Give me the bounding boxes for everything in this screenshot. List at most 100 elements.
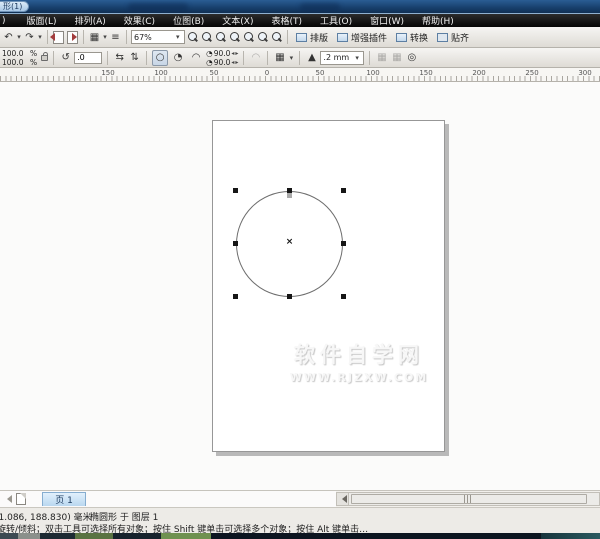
selection-handle-se[interactable] xyxy=(341,294,346,299)
scrollbar-thumb[interactable] xyxy=(351,494,587,504)
layout-icon xyxy=(296,33,307,42)
zoom-to-all-icon[interactable] xyxy=(242,30,255,45)
layout-button[interactable]: 排版 xyxy=(292,29,332,45)
zoom-tool-icon[interactable] xyxy=(186,30,199,45)
add-page-icon[interactable] xyxy=(16,493,26,505)
convert-to-curves-icon[interactable]: ◎ xyxy=(405,50,418,65)
zoom-in-icon[interactable] xyxy=(200,30,213,45)
pie-mode-button[interactable]: ◔ xyxy=(170,50,186,66)
menu-item-window[interactable]: 窗口(W) xyxy=(361,14,413,27)
mirror-horizontal-icon[interactable]: ⇆ xyxy=(113,50,126,65)
application-launcher-icon[interactable]: ▦ xyxy=(88,30,101,45)
to-front-icon[interactable]: ▦ xyxy=(375,50,388,65)
import-icon[interactable] xyxy=(52,30,65,45)
arc-end-icon: ◔ xyxy=(206,58,213,67)
arc-mode-button[interactable]: ◠ xyxy=(188,50,204,66)
rotate-icon: ↺ xyxy=(59,50,72,65)
menu-item-bitmaps[interactable]: 位图(B) xyxy=(164,14,213,27)
watermark-url: WWW.RJZXW.COM xyxy=(275,371,443,384)
welcome-screen-icon[interactable]: ≡ xyxy=(109,30,122,45)
zoom-to-page-icon[interactable] xyxy=(256,30,269,45)
wrap-dropdown-icon[interactable]: ▾ xyxy=(288,50,294,65)
page-tab-1[interactable]: 页 1 xyxy=(42,492,86,506)
scroll-left-button[interactable] xyxy=(337,493,349,505)
menu-item-text[interactable]: 文本(X) xyxy=(213,14,262,27)
titlebar-smudge xyxy=(300,3,340,11)
redo-dropdown-icon[interactable]: ▾ xyxy=(37,30,43,45)
redo-icon[interactable]: ↷ xyxy=(23,30,36,45)
toolbar-separator xyxy=(53,51,54,65)
layout-label: 排版 xyxy=(310,31,328,44)
wrap-text-icon[interactable]: ▦ xyxy=(273,50,286,65)
mirror-vertical-icon[interactable]: ⇅ xyxy=(128,50,141,65)
ruler-label: 150 xyxy=(419,69,432,77)
scroll-left-icon xyxy=(338,495,347,503)
selection-handle-w[interactable] xyxy=(233,241,238,246)
scale-y-field[interactable] xyxy=(2,58,28,66)
undo-icon[interactable]: ↶ xyxy=(2,30,15,45)
arc-end-inc-icon[interactable]: ▸ xyxy=(235,59,238,66)
toolbar-separator xyxy=(243,51,244,65)
page: 软件自学网 WWW.RJZXW.COM xyxy=(212,120,445,452)
menu-item-arrange[interactable]: 排列(A) xyxy=(66,14,115,27)
selection-handle-ne[interactable] xyxy=(341,188,346,193)
snap-to-label: 贴齐 xyxy=(451,31,469,44)
page-nav-back-icon[interactable] xyxy=(3,495,12,503)
import-doc-icon xyxy=(53,31,64,44)
arc-end-value[interactable]: 90.0 xyxy=(214,58,231,67)
arc-end-dec-icon[interactable]: ◂ xyxy=(231,59,234,66)
app-window: 形(1) ) 版面(L) 排列(A) 效果(C) 位图(B) 文本(X) 表格(… xyxy=(0,0,600,539)
scale-x-percent: % xyxy=(30,49,37,58)
export-doc-icon xyxy=(67,31,78,44)
zoom-level-value: 67% xyxy=(134,33,152,42)
ellipse-node[interactable] xyxy=(287,193,292,198)
scale-group: % % xyxy=(2,49,37,66)
selection-handle-s[interactable] xyxy=(287,294,292,299)
selection-center-mark[interactable]: × xyxy=(284,237,295,248)
rotation-angle-field[interactable] xyxy=(74,52,102,64)
ruler-label: 100 xyxy=(154,69,167,77)
menu-item-help[interactable]: 帮助(H) xyxy=(413,14,463,27)
convert-button[interactable]: 转换 xyxy=(392,29,432,45)
scale-x-field[interactable] xyxy=(2,49,28,57)
arc-start-inc-icon[interactable]: ▸ xyxy=(235,50,238,57)
horizontal-scrollbar[interactable] xyxy=(336,492,600,506)
ellipse-mode-button[interactable]: ○ xyxy=(152,50,168,66)
plugins-label: 增强插件 xyxy=(351,31,387,44)
arc-start-dec-icon[interactable]: ◂ xyxy=(231,50,234,57)
selected-object-info: 椭圆形 于 图层 1 xyxy=(90,510,158,521)
watermark-title: 软件自学网 xyxy=(275,339,443,369)
selection-handle-nw[interactable] xyxy=(233,188,238,193)
arc-start-value[interactable]: 90.0 xyxy=(214,49,231,58)
status-hint: 旋转/倾斜；双击工具可选择所有对象；按住 Shift 键单击可选择多个对象；按住… xyxy=(0,522,368,534)
menu-item-table[interactable]: 表格(T) xyxy=(262,14,311,27)
menu-item-layout[interactable]: 版面(L) xyxy=(18,14,66,27)
menu-item-tools[interactable]: 工具(O) xyxy=(311,14,361,27)
toolbar-separator xyxy=(369,51,370,65)
outline-width-combo[interactable]: .2 mm ▾ xyxy=(320,51,364,65)
snap-to-icon xyxy=(437,33,448,42)
undo-dropdown-icon[interactable]: ▾ xyxy=(16,30,22,45)
convert-label: 转换 xyxy=(410,31,428,44)
zoom-to-selection-icon[interactable] xyxy=(228,30,241,45)
outline-pen-icon: ▲ xyxy=(305,50,318,65)
titlebar: 形(1) xyxy=(0,0,600,14)
plugins-button[interactable]: 增强插件 xyxy=(333,29,391,45)
page-tab-area: 页 1 xyxy=(0,491,336,507)
to-back-icon[interactable]: ▦ xyxy=(390,50,403,65)
zoom-to-width-icon[interactable] xyxy=(270,30,283,45)
lock-ratio-icon[interactable] xyxy=(41,55,48,61)
zoom-out-icon[interactable] xyxy=(214,30,227,45)
export-icon[interactable] xyxy=(66,30,79,45)
drawing-canvas[interactable]: 软件自学网 WWW.RJZXW.COM × xyxy=(0,82,600,490)
zoom-level-combo[interactable]: 67% ▾ xyxy=(131,30,185,44)
snap-to-button[interactable]: 贴齐 xyxy=(433,29,473,45)
menu-item-effects[interactable]: 效果(C) xyxy=(115,14,164,27)
launcher-dropdown-icon[interactable]: ▾ xyxy=(102,30,108,45)
change-direction-icon[interactable]: ◠ xyxy=(249,50,262,65)
selection-handle-n[interactable] xyxy=(287,188,292,193)
toolbar-separator xyxy=(287,30,288,44)
toolbar-separator xyxy=(107,51,108,65)
selection-handle-e[interactable] xyxy=(341,241,346,246)
selection-handle-sw[interactable] xyxy=(233,294,238,299)
